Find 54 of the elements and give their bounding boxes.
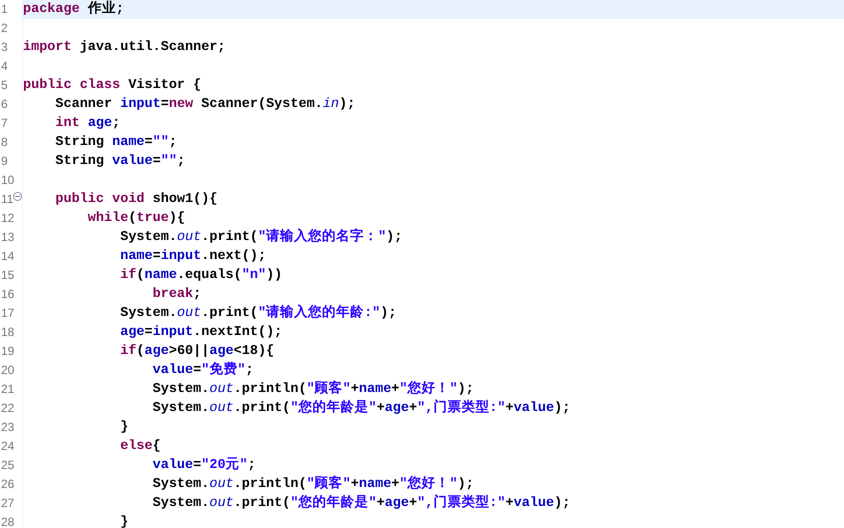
line-number: 19: [0, 344, 14, 358]
line-number: 5: [0, 78, 8, 92]
line-number: 15: [0, 268, 14, 282]
code-line: value="免费";: [152, 363, 254, 378]
line-number: 24: [0, 439, 14, 453]
code-line: String name="";: [54, 135, 177, 150]
line-number: 18: [0, 325, 14, 339]
line-number: 27: [0, 496, 14, 510]
code-line: }: [119, 420, 128, 435]
code-line: import java.util.Scanner;: [23, 40, 226, 55]
line-number: 10: [0, 173, 14, 187]
code-line: public class Visitor {: [23, 78, 202, 93]
line-number: 2: [0, 21, 8, 35]
line-number: 28: [0, 515, 14, 528]
code-line: System.out.println("顾客"+name+"您好！");: [152, 477, 474, 492]
line-number: 12: [0, 211, 14, 225]
code-line: while(true){: [86, 211, 186, 226]
line-number: 4: [0, 59, 8, 73]
code-line: System.out.print("您的年龄是"+age+",门票类型:"+value);: [152, 496, 570, 511]
line-number: 1: [0, 2, 8, 16]
code-line: package 作业;: [23, 2, 124, 17]
line-number: 9: [0, 154, 8, 168]
line-number: 22: [0, 401, 14, 415]
code-line: name=input.next();: [119, 249, 266, 264]
code-line: else{: [119, 439, 161, 454]
line-number: 6: [0, 97, 8, 111]
line-number: 14: [0, 249, 14, 263]
code-line: System.out.print("您的年龄是"+age+",门票类型:"+value);: [152, 401, 570, 416]
code-line: }: [119, 515, 128, 528]
line-number: 21: [0, 382, 14, 396]
line-number: 23: [0, 420, 14, 434]
line-number: 26: [0, 477, 14, 491]
code-line: value="20元";: [152, 458, 256, 473]
code-line: String value="";: [54, 154, 186, 169]
code-line: age=input.nextInt();: [119, 325, 282, 340]
line-number: 13: [0, 230, 14, 244]
code-line: break;: [152, 287, 202, 302]
code-line: System.out.println("顾客"+name+"您好！");: [152, 382, 474, 397]
line-number: 7: [0, 116, 8, 130]
line-number: 16: [0, 287, 14, 301]
code-line: if(name.equals("n")): [119, 268, 282, 283]
line-number: 25: [0, 458, 14, 472]
line-number: 20: [0, 363, 14, 377]
code-line: int age;: [54, 116, 120, 131]
line-number: 17: [0, 306, 14, 320]
code-line: System.out.print("请输入您的名字：");: [119, 230, 402, 245]
code-line: Scanner input=new Scanner(System.in);: [54, 97, 356, 112]
line-number: 3: [0, 40, 8, 54]
code-line: if(age>60||age<18){: [119, 344, 274, 359]
collapse-icon[interactable]: [13, 192, 22, 201]
code-line: System.out.print("请输入您的年龄:");: [119, 306, 396, 321]
code-line: public void show1(){: [54, 192, 218, 207]
line-number: 11: [0, 192, 14, 206]
line-number: 8: [0, 135, 8, 149]
